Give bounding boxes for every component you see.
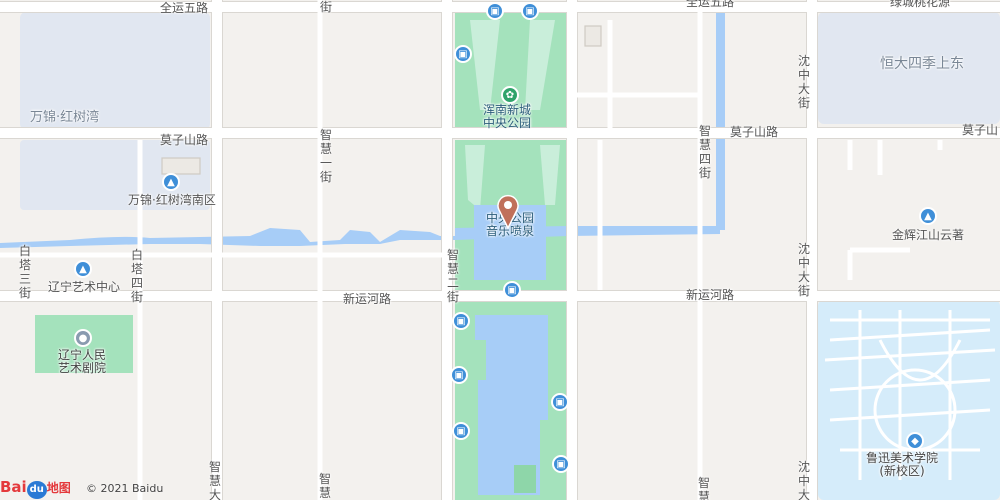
facility-icon[interactable]: ▣: [551, 393, 569, 411]
location-pin-icon[interactable]: [496, 194, 520, 230]
poi-liaoning-theater[interactable]: 辽宁人民 艺术剧院: [58, 349, 106, 375]
street-mozishan-left: 莫子山路: [160, 133, 209, 147]
facility-icon[interactable]: ▣: [552, 455, 570, 473]
facility-icon[interactable]: ▣: [503, 281, 521, 299]
museum-icon[interactable]: ▲: [162, 173, 180, 191]
baidu-logo[interactable]: Bai du 地图: [0, 474, 71, 500]
street-xinyunhe-right: 新运河路: [686, 288, 735, 302]
street-shenzhong-top: 沈中大街: [797, 54, 810, 110]
facility-icon[interactable]: ▣: [521, 2, 539, 20]
street-zhihui-er: 智慧二街: [446, 248, 459, 304]
theater-icon[interactable]: ●: [74, 329, 92, 347]
park-icon[interactable]: ✿: [501, 86, 519, 104]
street-zhihui-si: 智慧四街: [698, 124, 711, 180]
facility-icon[interactable]: ▣: [450, 366, 468, 384]
street-zhihui-da-left: 智慧大: [208, 460, 221, 500]
museum-icon[interactable]: ▲: [919, 207, 937, 225]
canal: [0, 226, 720, 248]
street-quanyun-top: 全运五路: [686, 0, 735, 9]
poi-luxun[interactable]: 鲁迅美术学院 (新校区): [866, 452, 938, 478]
street-top-right-partial: 绿城桃花源: [890, 0, 951, 9]
poi-liaoning-art-center[interactable]: 辽宁艺术中心: [48, 280, 120, 294]
street-baita-si: 白塔四街: [130, 248, 143, 304]
poi-jinhui[interactable]: 金辉江山云著: [892, 228, 964, 242]
street-zhihui-yi-top: 街: [319, 0, 332, 14]
facility-icon[interactable]: ▣: [454, 45, 472, 63]
area-hengda: 恒大四季上东: [880, 56, 964, 72]
poi-hunnan-park[interactable]: 浑南新城 中央公园: [483, 104, 531, 130]
street-zhihui-bottom: 智慧: [318, 472, 331, 500]
facility-icon[interactable]: ▣: [452, 312, 470, 330]
school-icon[interactable]: ◆: [906, 432, 924, 450]
street-zhihui-da-right: 智慧: [697, 476, 710, 500]
street-xinyunhe-left: 新运河路: [343, 292, 392, 306]
street-mozishan-mid: 莫子山路: [730, 125, 779, 139]
street-baita-san: 白塔三街: [18, 244, 31, 300]
area-wanjin-hongshuwan: 万锦·红树湾: [30, 110, 100, 125]
copyright-text: © 2021 Baidu: [86, 482, 164, 495]
museum-icon[interactable]: ▲: [74, 260, 92, 278]
street-shenzhong-bottom: 沈中大: [797, 460, 810, 500]
lake-island: [514, 465, 536, 493]
street-mozishan-right: 莫子山: [962, 123, 999, 137]
map-base: [0, 0, 1000, 500]
canal-north: [716, 5, 725, 230]
facility-icon[interactable]: ▣: [486, 2, 504, 20]
map-canvas[interactable]: 万锦·红树湾 恒大四季上东 全运五路 全运五路 绿城桃花源 莫子山路 莫子山路 …: [0, 0, 1000, 500]
poi-wanjin-south[interactable]: 万锦·红树湾南区: [128, 193, 216, 207]
street-zhihui-yi: 智慧一街: [319, 128, 332, 184]
street-shenzhong-mid: 沈中大街: [797, 242, 810, 298]
street-quanyun5: 全运五路: [160, 1, 209, 15]
facility-icon[interactable]: ▣: [452, 422, 470, 440]
